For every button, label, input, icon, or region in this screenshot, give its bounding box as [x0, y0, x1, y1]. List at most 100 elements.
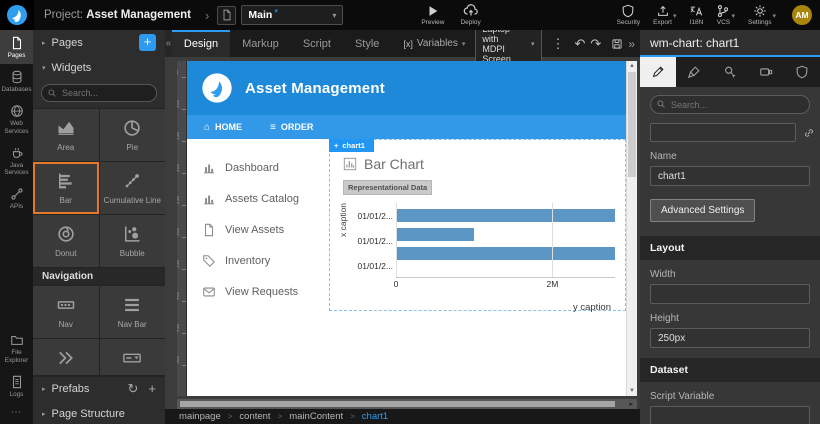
- prefabs-section-header[interactable]: ▸ Prefabs ↻+: [33, 376, 165, 401]
- rail-more-icon[interactable]: ⋯: [0, 403, 33, 424]
- chevron-right-icon: ›: [205, 8, 209, 23]
- menu-item-assets-catalog[interactable]: Assets Catalog: [187, 183, 329, 214]
- menu-item-view-assets[interactable]: View Assets: [187, 214, 329, 245]
- rail-item-pages[interactable]: Pages: [0, 30, 33, 64]
- property-bind-input[interactable]: [650, 123, 796, 142]
- scrollbar-thumb[interactable]: [180, 401, 615, 407]
- scroll-down-icon[interactable]: ▼: [627, 388, 637, 394]
- security-button[interactable]: Security: [617, 4, 640, 26]
- widgets-section-header[interactable]: ▾ Widgets: [33, 55, 165, 80]
- tab-markup[interactable]: Markup: [230, 30, 291, 57]
- tab-design[interactable]: Design: [172, 30, 230, 57]
- widget-tile-area[interactable]: Area: [33, 109, 99, 161]
- widget-tile-bar[interactable]: Bar: [33, 162, 99, 214]
- add-page-button[interactable]: +: [139, 34, 156, 51]
- breadcrumb-item-maincontent[interactable]: mainContent: [289, 411, 343, 422]
- widget-selection-tag[interactable]: +chart1: [329, 139, 374, 152]
- expand-right-panel-button[interactable]: »: [623, 37, 640, 51]
- rail-item-databases[interactable]: Databases: [0, 64, 33, 98]
- nav-item-home[interactable]: ⌂HOME: [204, 122, 242, 133]
- preview-button[interactable]: Preview: [421, 4, 444, 26]
- script-variable-input[interactable]: [650, 406, 810, 424]
- chart-axis-tick: 0: [394, 279, 399, 289]
- widget-tile-dropdown[interactable]: [100, 339, 166, 375]
- breadcrumb-item-mainpage[interactable]: mainpage: [179, 411, 221, 422]
- canvas-vertical-scrollbar[interactable]: ▲ ▼: [626, 61, 637, 396]
- chart-bars-icon: [202, 192, 216, 206]
- cloud-upload-icon: [463, 4, 479, 18]
- project-title: Project: Asset Management: [44, 9, 191, 21]
- nav-item-order[interactable]: ≡ORDER: [270, 122, 313, 133]
- widget-tile-pie[interactable]: Pie: [100, 109, 166, 161]
- i18n-button[interactable]: I18N: [689, 4, 703, 26]
- export-icon: [656, 4, 670, 18]
- nav-widget-icon: [56, 295, 76, 315]
- cumulative-line-icon: [122, 171, 142, 191]
- ruler-tick: [182, 237, 186, 238]
- user-avatar[interactable]: AM: [792, 5, 812, 25]
- breadcrumb-item-chart1[interactable]: chart1: [362, 411, 388, 422]
- rail-item-java-services[interactable]: Java Services: [0, 140, 33, 181]
- add-prefab-button[interactable]: +: [148, 381, 156, 397]
- canvas-horizontal-scrollbar[interactable]: ▸: [177, 399, 637, 409]
- pages-section-header[interactable]: ▸ Pages +: [33, 30, 165, 55]
- chart-bar: [396, 209, 615, 222]
- widget-tile-nav[interactable]: Nav: [33, 286, 99, 338]
- breadcrumb-item-content[interactable]: content: [239, 411, 270, 422]
- widget-tile-breadcrumb[interactable]: [33, 339, 99, 375]
- deploy-button[interactable]: Deploy: [460, 4, 480, 26]
- property-search-input[interactable]: [650, 95, 810, 114]
- menu-item-dashboard[interactable]: Dashboard: [187, 152, 329, 183]
- advanced-settings-button[interactable]: Advanced Settings: [650, 199, 755, 222]
- scroll-right-icon[interactable]: ▸: [629, 400, 633, 408]
- rail-item-file-explorer[interactable]: File Explorer: [0, 327, 33, 368]
- export-button[interactable]: Export: [653, 4, 672, 26]
- widget-tile-nav-bar[interactable]: Nav Bar: [100, 286, 166, 338]
- height-input[interactable]: [650, 328, 810, 348]
- widget-tile-bubble[interactable]: Bubble: [100, 215, 166, 267]
- page-structure-section-header[interactable]: ▸ Page Structure: [33, 401, 165, 424]
- tab-properties[interactable]: [640, 57, 676, 87]
- scroll-up-icon[interactable]: ▲: [627, 63, 637, 69]
- page-icon-button[interactable]: [217, 6, 236, 25]
- tab-events[interactable]: [712, 57, 748, 87]
- refresh-icon[interactable]: ↻: [128, 381, 139, 397]
- redo-button[interactable]: ↷: [590, 37, 601, 50]
- bubble-chart-icon: [122, 224, 142, 244]
- mini-chart-icon: [343, 157, 357, 171]
- design-canvas[interactable]: Asset Management ⌂HOME ≡ORDER Dashboard …: [187, 61, 637, 396]
- rail-item-apis[interactable]: APIs: [0, 181, 33, 215]
- chevron-down-icon: ▾: [332, 11, 336, 20]
- tab-styles[interactable]: [676, 57, 712, 87]
- widget-tile-donut[interactable]: Donut: [33, 215, 99, 267]
- rail-item-web-services[interactable]: Web Services: [0, 98, 33, 139]
- collapse-left-panel-button[interactable]: «: [165, 30, 172, 57]
- menu-item-view-requests[interactable]: View Requests: [187, 276, 329, 307]
- name-input[interactable]: [650, 166, 810, 186]
- more-options-icon[interactable]: ⋮: [552, 37, 565, 50]
- widget-tile-cumulative-line[interactable]: Cumulative Line: [100, 162, 166, 214]
- settings-button[interactable]: Settings: [748, 4, 772, 26]
- inspector-tabs: [640, 57, 820, 87]
- chart-bar: [396, 228, 474, 241]
- width-input[interactable]: [650, 284, 810, 304]
- branch-selector[interactable]: Main * ▾: [241, 5, 343, 25]
- widget-search-input[interactable]: [41, 84, 157, 102]
- vcs-button[interactable]: VCS: [716, 4, 730, 26]
- chart-widget-selected[interactable]: +chart1 Bar Chart Representational Data …: [329, 139, 626, 311]
- envelope-icon: [202, 285, 216, 299]
- tab-device[interactable]: [748, 57, 784, 87]
- tab-security[interactable]: [784, 57, 820, 87]
- rail-item-logs[interactable]: Logs: [0, 369, 33, 403]
- menu-item-inventory[interactable]: Inventory: [187, 245, 329, 276]
- ruler-tick-label: 450: [177, 324, 181, 332]
- undo-button[interactable]: ↶: [575, 37, 586, 50]
- save-button[interactable]: [611, 38, 623, 50]
- variables-button[interactable]: [x] Variables ▾: [403, 38, 465, 49]
- tab-style[interactable]: Style: [343, 30, 391, 57]
- bind-link-icon[interactable]: [803, 127, 815, 139]
- app-header[interactable]: Asset Management: [187, 61, 637, 115]
- scrollbar-thumb[interactable]: [628, 72, 636, 177]
- wavemaker-logo[interactable]: [0, 0, 34, 30]
- tab-script[interactable]: Script: [291, 30, 343, 57]
